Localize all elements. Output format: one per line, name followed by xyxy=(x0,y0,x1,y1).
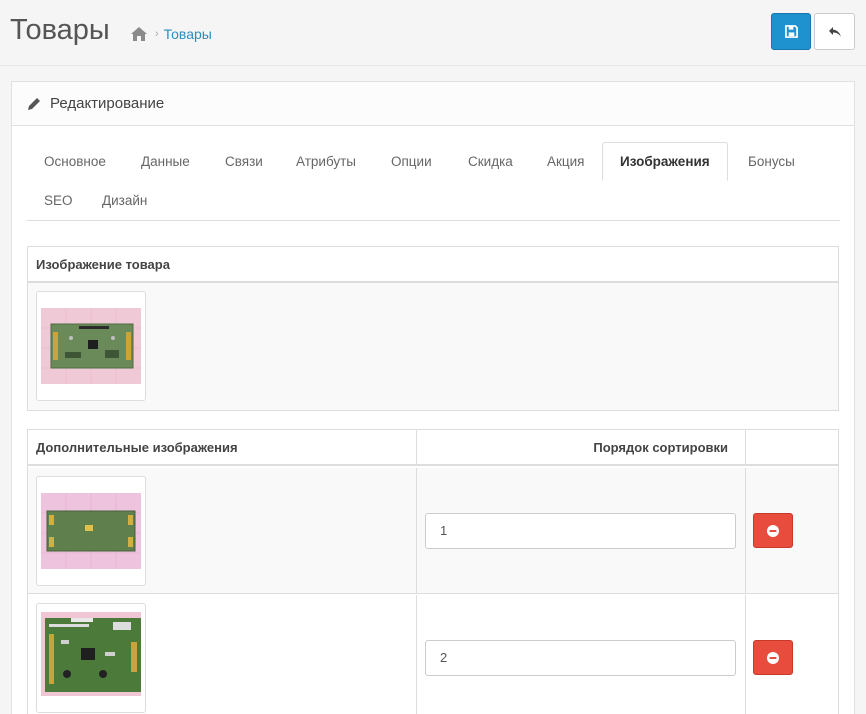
edit-panel: Редактирование Основное Данные Связи Атр… xyxy=(11,81,855,714)
column-divider xyxy=(745,468,746,594)
reply-arrow-icon xyxy=(828,26,841,37)
table-row: 1 xyxy=(28,468,838,594)
column-header-sort-order: Порядок сортировки xyxy=(593,440,728,455)
tab-links[interactable]: Связи xyxy=(208,142,280,181)
column-header-images: Дополнительные изображения xyxy=(36,440,238,455)
panel-title: Редактирование xyxy=(50,95,165,112)
tab-design[interactable]: Дизайн xyxy=(85,181,164,220)
sort-order-input[interactable]: 2 xyxy=(425,640,736,676)
minus-circle-icon xyxy=(767,524,779,537)
main-image-table: Изображение товара xyxy=(27,246,839,411)
column-divider xyxy=(745,430,746,466)
main-image-thumbnail[interactable] xyxy=(36,291,146,401)
pencil-icon xyxy=(28,97,40,110)
tab-data[interactable]: Данные xyxy=(124,142,207,181)
additional-images-table: Дополнительные изображения Порядок сорти… xyxy=(27,429,839,714)
remove-image-button[interactable] xyxy=(753,513,793,548)
back-button[interactable] xyxy=(814,13,855,50)
home-icon[interactable] xyxy=(130,26,148,42)
breadcrumb-separator: › xyxy=(155,28,159,40)
tab-general[interactable]: Основное xyxy=(27,142,123,181)
page-title: Товары xyxy=(10,14,110,46)
pcb-board-image xyxy=(41,612,141,696)
remove-image-button[interactable] xyxy=(753,640,793,675)
additional-image-thumbnail[interactable] xyxy=(36,603,146,713)
column-divider xyxy=(416,468,417,594)
tab-discount[interactable]: Скидка xyxy=(451,142,530,181)
column-divider xyxy=(745,595,746,714)
sort-order-input[interactable]: 1 xyxy=(425,513,736,549)
tabs: Основное Данные Связи Атрибуты Опции Ски… xyxy=(27,141,840,221)
breadcrumb: › Товары xyxy=(130,26,212,42)
additional-image-thumbnail[interactable] xyxy=(36,476,146,586)
page-header: Товары › Товары xyxy=(0,0,866,66)
floppy-disk-icon xyxy=(784,25,798,38)
tab-seo[interactable]: SEO xyxy=(27,181,90,220)
tab-reward[interactable]: Бонусы xyxy=(731,142,812,181)
minus-circle-icon xyxy=(767,651,779,664)
tab-attributes[interactable]: Атрибуты xyxy=(279,142,373,181)
panel-heading: Редактирование xyxy=(12,82,854,126)
tab-images[interactable]: Изображения xyxy=(602,142,728,181)
main-image-heading: Изображение товара xyxy=(28,247,838,283)
save-button[interactable] xyxy=(771,13,811,50)
tab-special[interactable]: Акция xyxy=(530,142,602,181)
column-divider xyxy=(416,595,417,714)
pcb-board-image xyxy=(41,493,141,569)
breadcrumb-link-products[interactable]: Товары xyxy=(164,26,212,42)
pcb-board-image xyxy=(41,308,141,384)
tab-options[interactable]: Опции xyxy=(374,142,449,181)
additional-images-header: Дополнительные изображения Порядок сорти… xyxy=(28,430,838,466)
table-row: 2 xyxy=(28,595,838,714)
main-image-row xyxy=(28,283,838,410)
